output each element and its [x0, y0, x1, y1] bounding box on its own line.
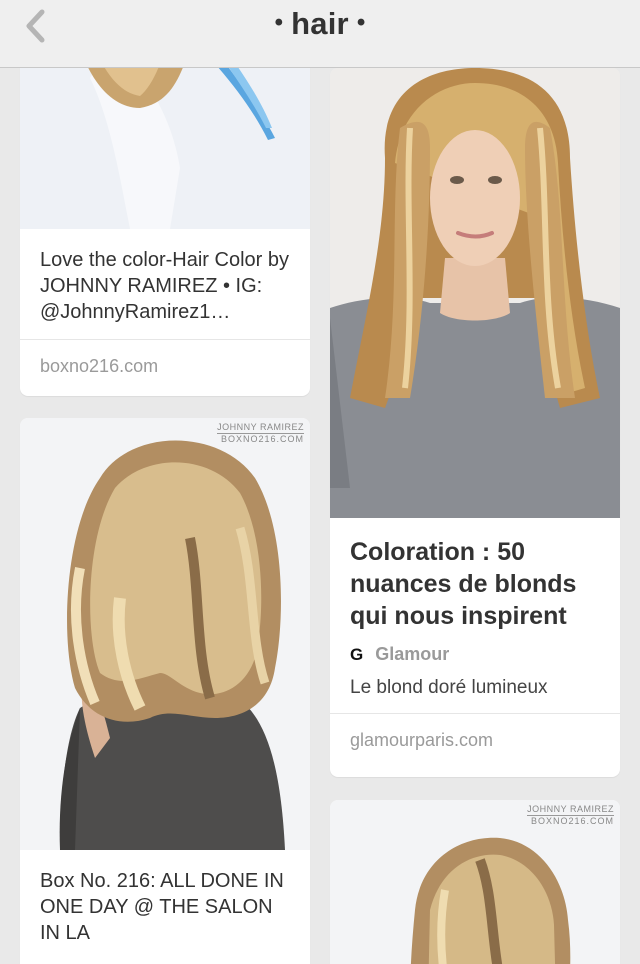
- top-navigation-bar: • hair •: [0, 0, 640, 68]
- title-dot-left: •: [274, 9, 284, 36]
- pin-source-domain[interactable]: glamourparis.com: [330, 713, 620, 770]
- glamour-logo-icon: G: [350, 644, 364, 664]
- watermark-line1: JOHNNY RAMIREZ: [217, 422, 304, 434]
- pin-body: Box No. 216: ALL DONE IN ONE DAY @ THE S…: [20, 850, 310, 946]
- wavy-bob-hair-illustration: [20, 418, 310, 850]
- watermark-line2: BOXNO216.COM: [220, 434, 304, 444]
- hair-photo-illustration: [20, 68, 310, 229]
- pin-card-box-no-216[interactable]: JOHNNY RAMIREZ BOXNO216.COM Box No. 216:…: [20, 418, 310, 964]
- board-title-text: hair: [291, 6, 349, 41]
- pin-card-love-the-color[interactable]: Love the color-Hair Color by JOHNNY RAMI…: [20, 68, 310, 396]
- board-title: • hair •: [0, 6, 640, 42]
- attribution-name: Glamour: [375, 644, 450, 664]
- pin-body: Love the color-Hair Color by JOHNNY RAMI…: [20, 229, 310, 325]
- woman-portrait-illustration: [330, 68, 620, 518]
- pin-card-johnny-ramirez[interactable]: JOHNNY RAMIREZ BOXNO216.COM: [330, 800, 620, 964]
- pin-title: Coloration : 50 nuances de blonds qui no…: [350, 538, 577, 630]
- pin-image[interactable]: JOHNNY RAMIREZ BOXNO216.COM: [20, 418, 310, 850]
- pin-feed[interactable]: Love the color-Hair Color by JOHNNY RAMI…: [0, 68, 640, 964]
- pin-description: Love the color-Hair Color by JOHNNY RAMI…: [40, 249, 289, 323]
- pin-description: Box No. 216: ALL DONE IN ONE DAY @ THE S…: [40, 870, 284, 944]
- image-watermark: JOHNNY RAMIREZ BOXNO216.COM: [527, 804, 614, 826]
- pin-body: Coloration : 50 nuances de blonds qui no…: [330, 518, 620, 699]
- watermark-line1: JOHNNY RAMIREZ: [527, 804, 614, 816]
- pin-image[interactable]: [330, 68, 620, 518]
- title-dot-right: •: [356, 9, 366, 36]
- pin-image[interactable]: [20, 68, 310, 229]
- image-watermark: JOHNNY RAMIREZ BOXNO216.COM: [217, 422, 304, 444]
- pin-source-domain[interactable]: boxno216.com: [20, 339, 310, 396]
- pin-image[interactable]: JOHNNY RAMIREZ BOXNO216.COM: [330, 800, 620, 964]
- watermark-line2: BOXNO216.COM: [530, 816, 614, 826]
- pin-attribution[interactable]: G Glamour: [350, 644, 600, 665]
- pin-subtitle: Le blond doré lumineux: [350, 677, 548, 698]
- pin-card-coloration[interactable]: Coloration : 50 nuances de blonds qui no…: [330, 68, 620, 777]
